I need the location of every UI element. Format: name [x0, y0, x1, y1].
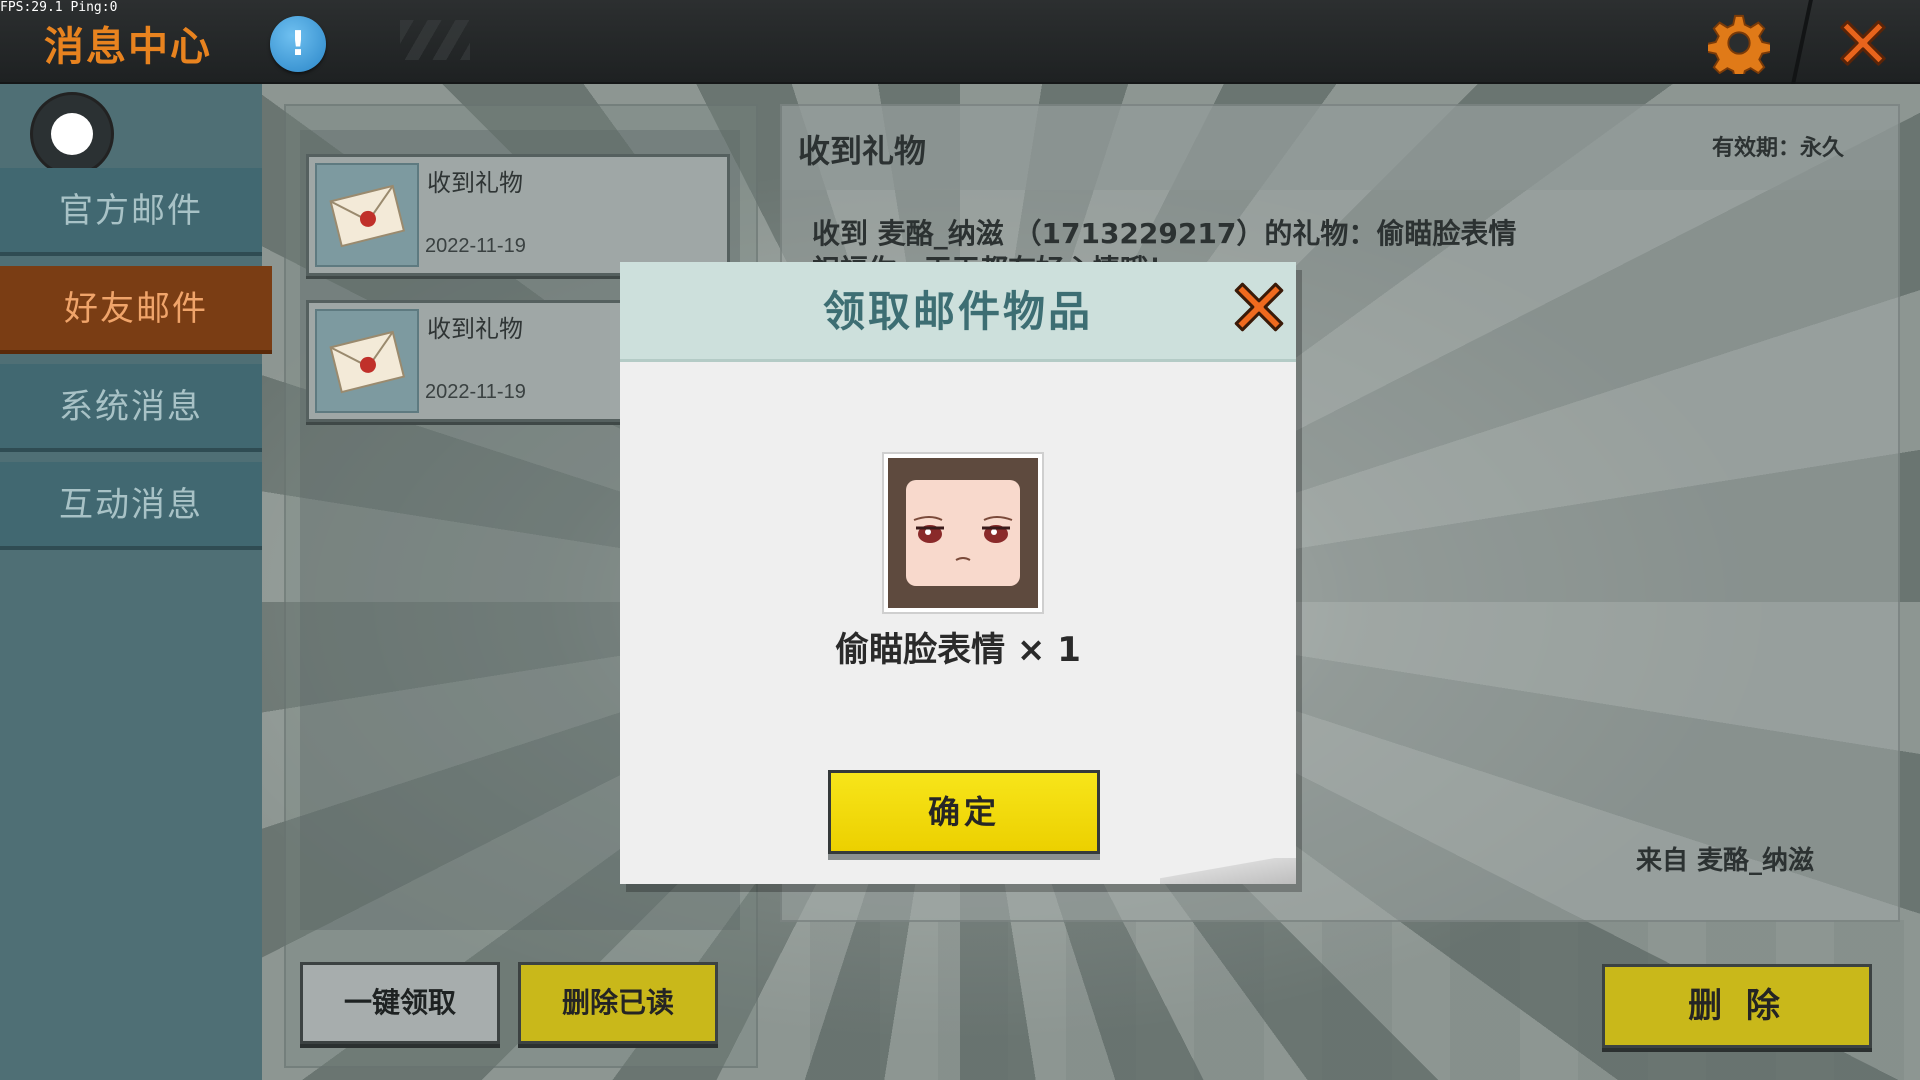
claim-all-button[interactable]: 一键领取: [300, 962, 500, 1044]
mail-detail-body: 收到 麦酪_纳滋 （1713229217）的礼物：偷瞄脸表情: [812, 217, 1517, 250]
mail-title: 收到礼物: [427, 169, 523, 197]
claim-items-dialog: 领取邮件物品 偷瞄脸表情 × 1 确定: [620, 262, 1296, 884]
page-title: 消息中心: [44, 24, 212, 70]
mail-list-item[interactable]: 收到礼物 2022-11-19: [306, 154, 730, 276]
decorative-stripe: [400, 20, 470, 60]
top-divider: [1791, 0, 1813, 84]
avatar[interactable]: [30, 92, 114, 176]
fps-counter: FPS:29.1 Ping:0: [0, 0, 118, 15]
sidebar-item-friend-mail[interactable]: 好友邮件: [0, 266, 272, 354]
mail-sender: 来自 麦酪_纳滋: [1636, 846, 1815, 876]
page-curl: [1160, 858, 1296, 884]
sidebar-item-interaction-messages[interactable]: 互动消息: [0, 462, 262, 550]
envelope-icon: [315, 309, 419, 413]
close-icon[interactable]: [1834, 14, 1892, 72]
validity-label: 有效期：永久: [1712, 136, 1845, 161]
dialog-title: 领取邮件物品: [822, 287, 1093, 336]
top-bar: 消息中心 !: [0, 0, 1920, 84]
reward-item-icon: [882, 452, 1044, 614]
reward-item-name: 偷瞄脸表情 × 1: [835, 630, 1081, 670]
mail-date: 2022-11-19: [425, 381, 526, 403]
envelope-icon: [315, 163, 419, 267]
dialog-header: 领取邮件物品: [620, 262, 1296, 362]
info-icon[interactable]: !: [270, 16, 326, 72]
confirm-button[interactable]: 确定: [828, 770, 1100, 854]
close-icon[interactable]: [1228, 276, 1290, 338]
gear-icon[interactable]: [1708, 12, 1770, 74]
sidebar-item-system-messages[interactable]: 系统消息: [0, 364, 262, 452]
delete-button[interactable]: 删 除: [1602, 964, 1872, 1048]
sidebar-item-official-mail[interactable]: 官方邮件: [0, 168, 262, 256]
mail-title: 收到礼物: [427, 315, 523, 343]
delete-read-button[interactable]: 删除已读: [518, 962, 718, 1044]
mail-date: 2022-11-19: [425, 235, 526, 257]
mail-detail-title: 收到礼物: [798, 132, 927, 170]
